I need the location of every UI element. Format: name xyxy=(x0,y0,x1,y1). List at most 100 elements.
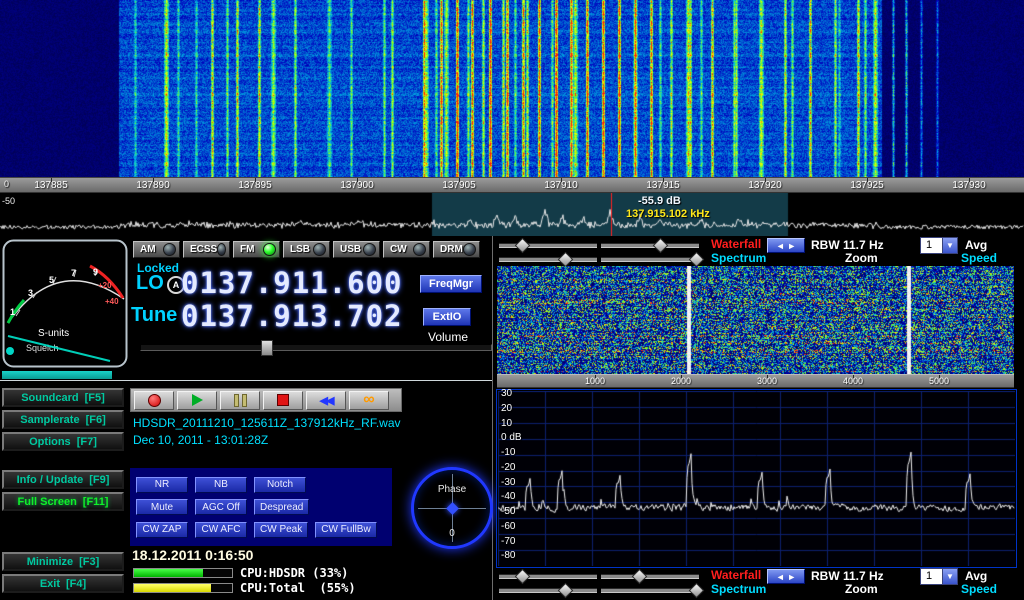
meter-tick: +40 xyxy=(105,297,119,306)
slider-thumb-icon[interactable] xyxy=(689,252,705,268)
brightness-slider[interactable] xyxy=(499,574,597,579)
dsp-button[interactable]: CW AFC xyxy=(195,522,247,538)
mode-button[interactable]: USB xyxy=(333,241,380,258)
mode-button[interactable]: LSB xyxy=(283,241,330,258)
panel-divider-horizontal xyxy=(0,380,492,381)
main-waterfall-display[interactable] xyxy=(0,0,1024,177)
playback-timestamp: Dec 10, 2011 - 13:01:28Z xyxy=(133,433,268,447)
mode-button[interactable]: ECSS xyxy=(183,241,230,258)
frequency-tick-label: 137915 xyxy=(612,178,714,192)
avg-select[interactable]: 1 ▼ xyxy=(920,237,958,254)
chevron-down-icon[interactable]: ▼ xyxy=(942,238,957,253)
lo-label: LO xyxy=(136,272,164,295)
extio-button[interactable]: ExtIO xyxy=(423,308,471,326)
mode-button[interactable]: CW xyxy=(383,241,430,258)
main-spectrum-display[interactable] xyxy=(0,193,1024,236)
rf-spectrum-display[interactable] xyxy=(498,391,1015,566)
speed-label: Speed xyxy=(961,582,997,596)
rf-waterfall-display[interactable] xyxy=(497,266,1014,374)
meter-tick: 3 xyxy=(28,288,33,298)
contrast-slider[interactable] xyxy=(601,574,699,579)
spectrum-min-slider[interactable] xyxy=(499,257,597,262)
mode-led-icon xyxy=(313,243,326,256)
cpu-total-bar xyxy=(133,583,233,593)
play-button[interactable] xyxy=(177,391,217,410)
rf-frequency-scale[interactable]: 1000 2000 3000 4000 5000 xyxy=(497,374,1014,388)
volume-slider[interactable] xyxy=(140,344,492,351)
squelch-level-bar[interactable] xyxy=(2,371,112,379)
loop-button[interactable]: ∞ xyxy=(349,391,389,410)
hdsdr-window: 137885 137890 137895 137900 137905 13791… xyxy=(0,0,1024,600)
contrast-slider[interactable] xyxy=(601,243,699,248)
function-button[interactable]: Minimize [F3] xyxy=(2,552,124,571)
function-button[interactable]: Info / Update [F9] xyxy=(2,470,124,489)
waterfall-label: Waterfall xyxy=(711,237,761,251)
mode-led-icon xyxy=(163,243,176,256)
dsp-button[interactable]: Mute xyxy=(136,499,188,515)
s-meter[interactable]: 1 3 5 7 9 +20 +40 S-units Squelch xyxy=(2,239,128,368)
spectrum-min-slider[interactable] xyxy=(499,588,597,593)
record-button[interactable] xyxy=(134,391,174,410)
dsp-button[interactable]: CW ZAP xyxy=(136,522,188,538)
slider-thumb-icon[interactable] xyxy=(557,252,573,268)
frequency-tick-label: 137895 xyxy=(204,178,306,192)
waterfall-label: Waterfall xyxy=(711,568,761,582)
function-button[interactable]: Exit [F4] xyxy=(2,574,124,593)
function-button[interactable]: Options [F7] xyxy=(2,432,124,451)
freqmgr-button[interactable]: FreqMgr xyxy=(420,275,482,293)
spectrum-max-slider[interactable] xyxy=(601,588,699,593)
slider-thumb-icon[interactable] xyxy=(557,583,573,599)
phase-indicator[interactable]: Phase 0 xyxy=(411,467,493,549)
avg-select[interactable]: 1 ▼ xyxy=(920,568,958,585)
dsp-button[interactable]: CW FullBw xyxy=(315,522,376,538)
function-button[interactable]: Full Screen [F11] xyxy=(2,492,124,511)
rewind-button[interactable]: ◀◀ xyxy=(306,391,346,410)
mode-button[interactable]: DRM xyxy=(433,241,480,258)
dsp-row-1: NR NB Notch xyxy=(136,477,386,493)
meter-tick: 7 xyxy=(71,268,76,278)
dsp-button[interactable]: NR xyxy=(136,477,188,493)
brightness-slider[interactable] xyxy=(499,243,597,248)
dsp-button[interactable]: Notch xyxy=(254,477,306,493)
dsp-panel: NR NB Notch Mute AGC Off Despread CW ZAP CW A… xyxy=(130,468,392,546)
dsp-button[interactable]: CW Peak xyxy=(254,522,308,538)
pause-button[interactable] xyxy=(220,391,260,410)
slider-thumb-icon[interactable] xyxy=(514,238,530,254)
meter-tick: 5 xyxy=(49,275,54,285)
panel-divider-vertical xyxy=(492,236,493,600)
mode-button-row: AM ECSS FM LSB USB C xyxy=(133,241,480,258)
frequency-tick-label: 137930 xyxy=(918,178,1020,192)
mode-button[interactable]: AM xyxy=(133,241,180,258)
cpu-hdsdr-label: CPU:HDSDR (33%) xyxy=(240,566,348,580)
loop-icon: ∞ xyxy=(363,393,374,407)
spectrum-max-slider[interactable] xyxy=(601,257,699,262)
dsp-button[interactable]: AGC Off xyxy=(195,499,247,515)
slider-thumb-icon[interactable] xyxy=(632,569,648,585)
lo-frequency-display[interactable]: 0137.911.600 xyxy=(181,266,403,300)
info-button-group: Info / Update [F9] Full Screen [F11] xyxy=(2,470,124,511)
frequency-tick-label: 137885 xyxy=(0,178,102,192)
pan-arrows-button[interactable]: ◄ ► xyxy=(767,569,805,584)
frequency-scale[interactable]: 137885 137890 137895 137900 137905 13791… xyxy=(0,177,1024,193)
pan-arrows-button[interactable]: ◄ ► xyxy=(767,238,805,253)
chevron-down-icon[interactable]: ▼ xyxy=(942,569,957,584)
window-button-group: Minimize [F3] Exit [F4] xyxy=(2,552,124,593)
stop-icon xyxy=(277,394,289,406)
slider-thumb-icon[interactable] xyxy=(689,583,705,599)
slider-thumb-icon[interactable] xyxy=(514,569,530,585)
dsp-button[interactable]: NB xyxy=(195,477,247,493)
frequency-tick-label: 137890 xyxy=(102,178,204,192)
volume-slider-thumb[interactable] xyxy=(261,340,273,356)
stop-button[interactable] xyxy=(263,391,303,410)
mode-button[interactable]: FM xyxy=(233,241,280,258)
zoom-label: Zoom xyxy=(845,582,878,596)
slider-thumb-icon[interactable] xyxy=(653,238,669,254)
function-button[interactable]: Soundcard [F5] xyxy=(2,388,124,407)
tune-frequency-display[interactable]: 0137.913.702 xyxy=(181,299,403,333)
squelch-knob[interactable] xyxy=(6,347,14,355)
cpu-total-row: CPU:Total (55%) xyxy=(133,582,356,594)
function-button[interactable]: Samplerate [F6] xyxy=(2,410,124,429)
avg-label: Avg xyxy=(965,238,987,252)
dsp-button[interactable]: Despread xyxy=(254,499,309,515)
spectrum-label: Spectrum xyxy=(711,251,766,265)
